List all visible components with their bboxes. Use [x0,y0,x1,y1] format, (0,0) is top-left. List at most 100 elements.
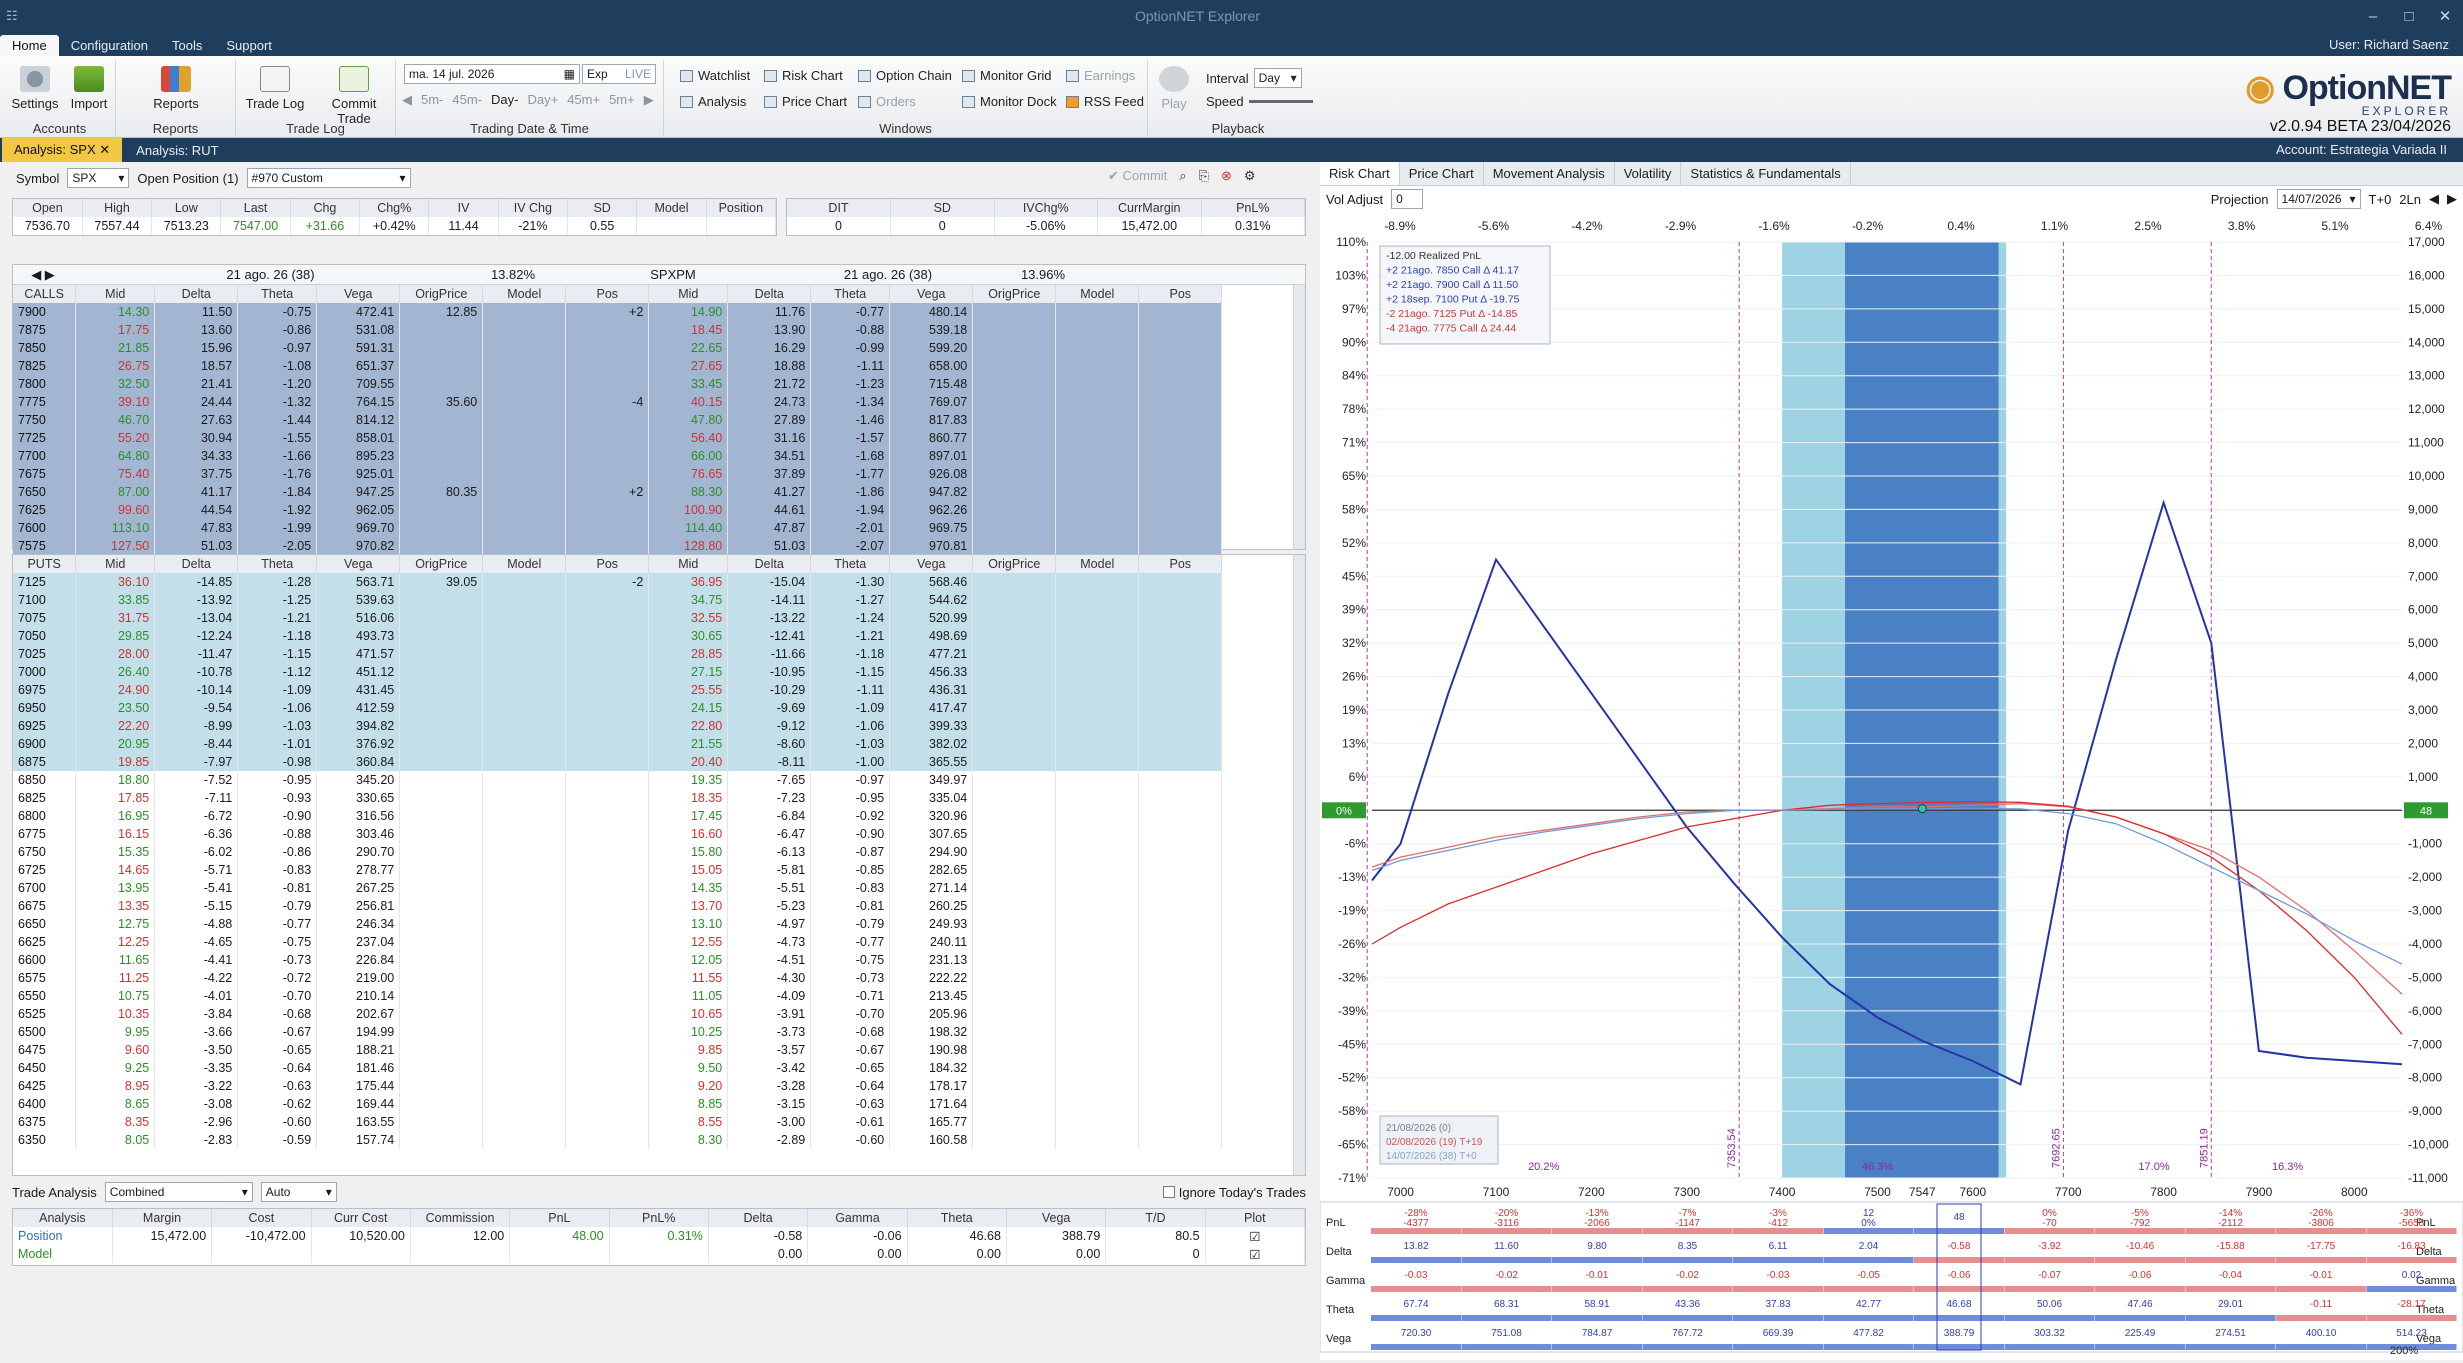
chain-cell[interactable] [972,951,1057,969]
chain-cell[interactable]: 8.85 [648,1095,729,1113]
chain-cell[interactable] [399,969,484,987]
chain-cell[interactable] [1055,447,1140,465]
chain-cell[interactable] [399,609,484,627]
chain-cell[interactable]: -7.97 [154,753,239,771]
chain-cell[interactable]: 471.57 [316,645,401,663]
chain-cell[interactable]: 969.75 [889,519,974,537]
chain-cell[interactable]: 165.77 [889,1113,974,1131]
chain-cell[interactable] [482,843,567,861]
chain-cell[interactable]: 222.22 [889,969,974,987]
chain-cell[interactable]: -14.85 [154,573,239,591]
chain-cell[interactable] [1055,1059,1140,1077]
strike-cell[interactable]: 7725 [13,429,77,447]
chain-cell[interactable]: 16.15 [75,825,156,843]
chain-row[interactable]: 6550 10.75 -4.01 -0.70 210.14 11.05 -4.09 -0.71… [13,987,1305,1005]
chain-cell[interactable] [399,1131,484,1149]
chain-cell[interactable]: -8.44 [154,735,239,753]
chain-cell[interactable] [482,717,567,735]
chain-cell[interactable]: -5.71 [154,861,239,879]
chain-cell[interactable]: -1.34 [810,393,891,411]
chain-row[interactable]: 7825 26.75 18.57 -1.08 651.37 27.65 18.88 -1.11… [13,357,1305,375]
chain-cell[interactable]: -0.65 [810,1059,891,1077]
chain-cell[interactable]: -1.30 [810,573,891,591]
chain-cell[interactable] [1138,375,1223,393]
chain-cell[interactable]: 8.35 [75,1113,156,1131]
chain-row[interactable]: 7700 64.80 34.33 -1.66 895.23 66.00 34.51 -1.68… [13,447,1305,465]
monitor-grid-button[interactable]: Monitor Grid [962,68,1052,83]
chain-cell[interactable] [482,807,567,825]
chain-cell[interactable]: 451.12 [316,663,401,681]
chain-cell[interactable] [1055,609,1140,627]
chain-cell[interactable]: 10.25 [648,1023,729,1041]
chain-cell[interactable]: 34.51 [727,447,812,465]
search-icon[interactable]: ⌕ [1179,168,1186,184]
chain-cell[interactable] [565,915,650,933]
chain-cell[interactable]: 531.08 [316,321,401,339]
chain-cell[interactable]: 22.65 [648,339,729,357]
chain-cell[interactable] [399,825,484,843]
chain-cell[interactable]: -1.44 [237,411,318,429]
chain-cell[interactable]: 658.00 [889,357,974,375]
chain-cell[interactable]: -7.65 [727,771,812,789]
chain-cell[interactable]: -9.12 [727,717,812,735]
chain-cell[interactable]: +2 [565,303,650,321]
chain-cell[interactable]: 651.37 [316,357,401,375]
chain-cell[interactable]: 26.40 [75,663,156,681]
chain-cell[interactable]: -6.47 [727,825,812,843]
chain-cell[interactable]: 493.73 [316,627,401,645]
strike-cell[interactable]: 6375 [13,1113,77,1131]
chain-cell[interactable]: 246.34 [316,915,401,933]
chain-cell[interactable] [565,645,650,663]
chain-cell[interactable]: 30.65 [648,627,729,645]
chain-cell[interactable] [1138,501,1223,519]
risk-chart[interactable]: -8.9% -5.6% -4.2% -2.9% -1.6% -0.2% 0.4% 1.1% 2.… [1319,212,2463,1360]
chain-cell[interactable]: -1.18 [810,645,891,663]
chain-cell[interactable]: 8.55 [648,1113,729,1131]
chain-cell[interactable]: 860.77 [889,429,974,447]
chain-cell[interactable] [565,807,650,825]
chain-cell[interactable] [482,879,567,897]
chain-cell[interactable]: 23.50 [75,699,156,717]
chain-cell[interactable]: 13.70 [648,897,729,915]
chain-cell[interactable]: -1.08 [237,357,318,375]
chain-cell[interactable] [1055,879,1140,897]
chain-cell[interactable]: 970.81 [889,537,974,555]
chain-cell[interactable] [1055,861,1140,879]
chain-cell[interactable] [565,609,650,627]
chain-cell[interactable]: -0.97 [237,339,318,357]
chain-cell[interactable] [972,501,1057,519]
strike-cell[interactable]: 7700 [13,447,77,465]
chain-row[interactable]: 6450 9.25 -3.35 -0.64 181.46 9.50 -3.42 -0.65 18… [13,1059,1305,1077]
chain-cell[interactable]: -9.54 [154,699,239,717]
chain-cell[interactable]: 24.44 [154,393,239,411]
chain-cell[interactable]: 19.35 [648,771,729,789]
chain-cell[interactable] [565,933,650,951]
chain-cell[interactable]: 198.32 [889,1023,974,1041]
chain-row[interactable]: 6775 16.15 -6.36 -0.88 303.46 16.60 -6.47 -0.90… [13,825,1305,843]
next-icon[interactable]: ▶ [2447,191,2457,207]
chain-cell[interactable] [972,447,1057,465]
chain-cell[interactable] [482,591,567,609]
strike-cell[interactable]: 6900 [13,735,77,753]
chart-tab-2[interactable]: Movement Analysis [1484,162,1615,185]
chain-cell[interactable] [482,519,567,537]
chain-cell[interactable]: -0.81 [237,879,318,897]
strike-cell[interactable]: 6550 [13,987,77,1005]
chain-cell[interactable]: 8.05 [75,1131,156,1149]
chain-cell[interactable]: 8.30 [648,1131,729,1149]
chain-cell[interactable]: 194.99 [316,1023,401,1041]
chain-cell[interactable]: -1.03 [810,735,891,753]
chain-cell[interactable]: -4.51 [727,951,812,969]
chain-cell[interactable] [482,627,567,645]
strike-cell[interactable]: 6975 [13,681,77,699]
chain-cell[interactable]: 11.25 [75,969,156,987]
chain-cell[interactable]: 18.45 [648,321,729,339]
chain-cell[interactable]: -1.03 [237,717,318,735]
chain-row[interactable]: 6575 11.25 -4.22 -0.72 219.00 11.55 -4.30 -0.73… [13,969,1305,987]
chain-cell[interactable]: 75.40 [75,465,156,483]
chain-cell[interactable]: -0.77 [810,303,891,321]
chain-cell[interactable]: 9.85 [648,1041,729,1059]
chain-cell[interactable] [972,699,1057,717]
calendar-icon[interactable]: ▦ [564,67,575,81]
chain-cell[interactable]: 13.10 [648,915,729,933]
